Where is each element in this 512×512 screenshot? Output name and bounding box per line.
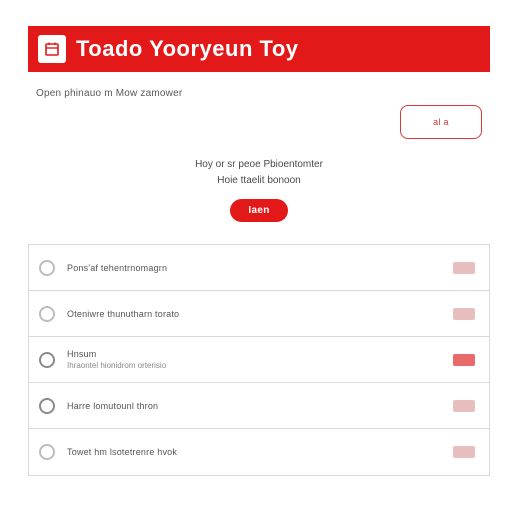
radio-icon[interactable]: [39, 398, 55, 414]
list-item[interactable]: Pons'af tehentrnomagrn: [29, 245, 489, 291]
row-action-button[interactable]: [453, 262, 475, 274]
row-subtitle: Ihraontel hionidrom orterisio: [67, 361, 441, 370]
row-title: Hnsum: [67, 349, 441, 359]
row-action-button[interactable]: [453, 446, 475, 458]
row-title: Oteniwre thunutharn torato: [67, 309, 441, 319]
header-bar: Toado Yooryeun Toy: [28, 26, 490, 72]
row-title: Pons'af tehentrnomagrn: [67, 263, 441, 273]
intro-subhead: Open phinauo m Mow zamower: [36, 88, 482, 99]
cta-row: al a: [36, 105, 482, 139]
primary-action-label: Iaen: [248, 205, 269, 216]
app-root: Toado Yooryeun Toy Open phinauo m Mow za…: [0, 0, 512, 476]
row-text: Towet hm lsotetrenre hvok: [67, 447, 441, 457]
row-text: Hnsum Ihraontel hionidrom orterisio: [67, 349, 441, 370]
radio-icon[interactable]: [39, 260, 55, 276]
row-action-button[interactable]: [453, 308, 475, 320]
row-action-button[interactable]: [453, 354, 475, 366]
radio-icon[interactable]: [39, 444, 55, 460]
promo-block: Hoy or sr peoe Pbioentomter Hoie ttaelit…: [28, 157, 490, 222]
list-item[interactable]: Towet hm lsotetrenre hvok: [29, 429, 489, 475]
calendar-icon[interactable]: [38, 35, 66, 63]
row-action-button[interactable]: [453, 400, 475, 412]
row-title: Towet hm lsotetrenre hvok: [67, 447, 441, 457]
promo-line-2: Hoie ttaelit bonoon: [28, 173, 490, 189]
intro-section: Open phinauo m Mow zamower al a: [28, 72, 490, 139]
outline-cta-label: al a: [433, 117, 449, 127]
primary-action-button[interactable]: Iaen: [230, 199, 287, 222]
row-title: Harre lomutounl thron: [67, 401, 441, 411]
row-text: Pons'af tehentrnomagrn: [67, 263, 441, 273]
radio-icon[interactable]: [39, 352, 55, 368]
list-item[interactable]: Harre lomutounl thron: [29, 383, 489, 429]
row-text: Oteniwre thunutharn torato: [67, 309, 441, 319]
promo-line-1: Hoy or sr peoe Pbioentomter: [28, 157, 490, 173]
outline-cta-button[interactable]: al a: [400, 105, 482, 139]
page-title: Toado Yooryeun Toy: [76, 36, 299, 62]
row-text: Harre lomutounl thron: [67, 401, 441, 411]
task-list: Pons'af tehentrnomagrn Oteniwre thunutha…: [28, 244, 490, 476]
list-item[interactable]: Hnsum Ihraontel hionidrom orterisio: [29, 337, 489, 383]
list-item[interactable]: Oteniwre thunutharn torato: [29, 291, 489, 337]
radio-icon[interactable]: [39, 306, 55, 322]
